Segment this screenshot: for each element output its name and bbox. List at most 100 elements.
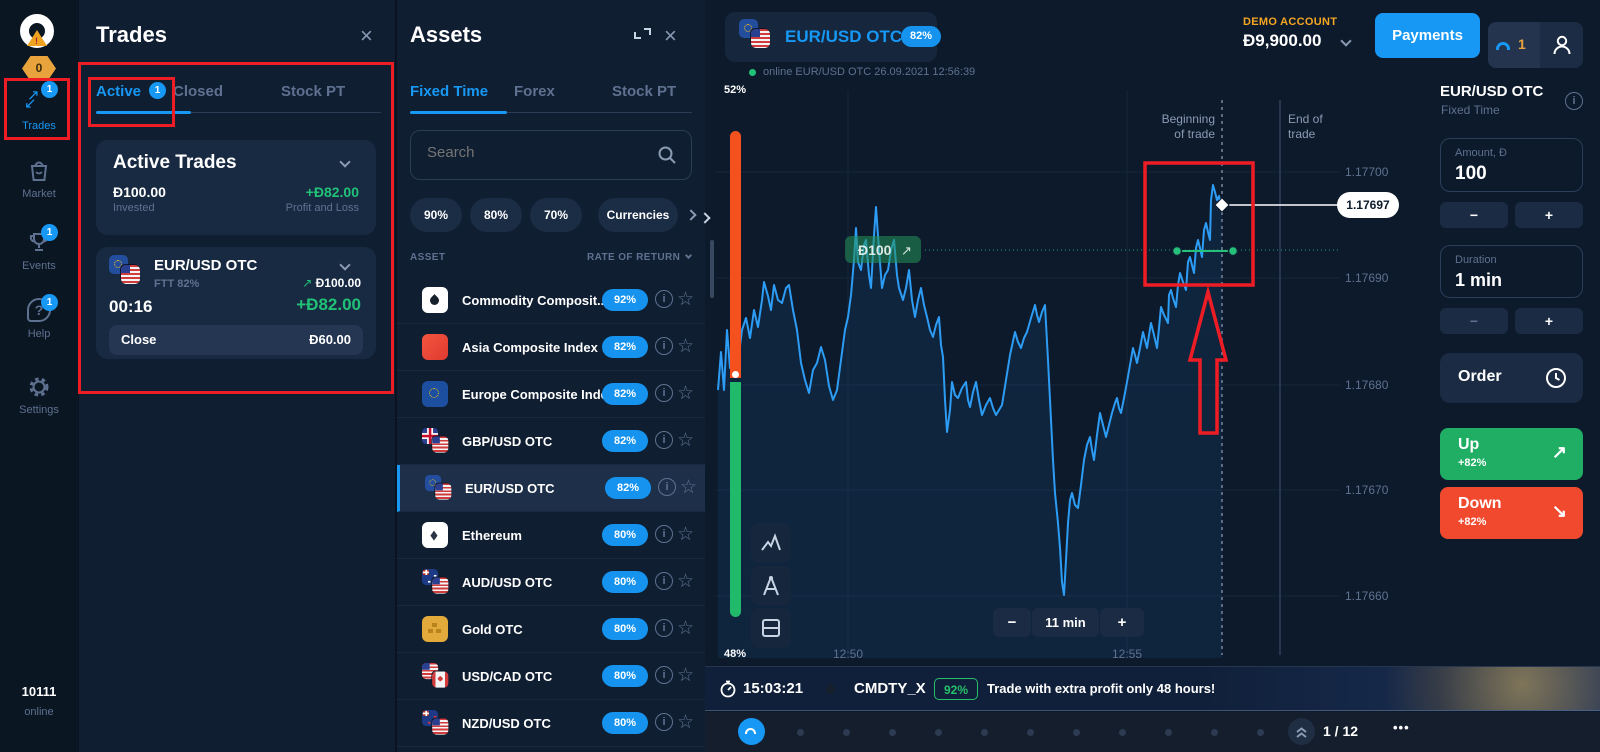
asset-row[interactable]: ◆ Ethereum 80% i☆ xyxy=(397,512,707,559)
app-logo[interactable]: ! xyxy=(20,14,54,48)
favorite-star-icon[interactable]: ☆ xyxy=(677,664,694,687)
filter-currencies[interactable]: Currencies xyxy=(598,198,678,232)
profile-icon[interactable] xyxy=(1550,33,1574,57)
panel-scrollbar[interactable] xyxy=(710,240,714,298)
column-rate[interactable]: RATE OF RETURN xyxy=(587,252,691,263)
sidebar-item-settings[interactable]: Settings xyxy=(0,375,78,416)
favorite-star-icon[interactable]: ☆ xyxy=(677,523,694,546)
amount-plus-button[interactable]: + xyxy=(1515,202,1583,228)
pager-dot[interactable] xyxy=(1073,729,1080,736)
pager-dot[interactable] xyxy=(1027,729,1034,736)
duration-field[interactable]: Duration 1 min xyxy=(1440,245,1583,298)
filter-80[interactable]: 80% xyxy=(470,198,522,232)
asset-row[interactable]: USD/CAD OTC 80% i☆ xyxy=(397,653,707,700)
info-icon[interactable]: i xyxy=(658,478,676,496)
asset-rate-badge: 80% xyxy=(602,665,648,687)
pager-dot[interactable] xyxy=(981,729,988,736)
time-tick: 12:50 xyxy=(833,647,863,661)
account-chevron-icon[interactable] xyxy=(1340,35,1351,46)
filter-90[interactable]: 90% xyxy=(410,198,462,232)
info-icon[interactable]: i xyxy=(1565,92,1583,110)
drawing-tools-button[interactable] xyxy=(751,566,791,606)
sidebar-item-events[interactable]: 1 Events xyxy=(0,228,78,272)
collapse-pager-button[interactable] xyxy=(1288,718,1315,745)
duration-minus-button[interactable]: − xyxy=(1440,308,1508,334)
info-icon[interactable]: i xyxy=(655,619,673,637)
asset-row[interactable]: Commodity Composit... 92% i☆ xyxy=(397,277,707,324)
favorite-star-icon[interactable]: ☆ xyxy=(677,711,694,734)
favorite-star-icon[interactable]: ☆ xyxy=(677,335,694,358)
sidebar-item-market[interactable]: Market xyxy=(0,158,78,200)
pager-dot[interactable] xyxy=(1165,729,1172,736)
info-icon[interactable]: i xyxy=(655,431,673,449)
favorite-star-icon[interactable]: ☆ xyxy=(677,382,694,405)
favorite-star-icon[interactable]: ☆ xyxy=(680,476,697,499)
search-box[interactable] xyxy=(410,130,692,180)
filter-70[interactable]: 70% xyxy=(530,198,582,232)
sentiment-up-label: 52% xyxy=(724,84,746,96)
asset-row[interactable]: AUD/USD OTC 80% i☆ xyxy=(397,559,707,606)
pager-dot[interactable] xyxy=(797,729,804,736)
favorite-star-icon[interactable]: ☆ xyxy=(677,617,694,640)
filters-more-chevron-icon[interactable] xyxy=(685,209,696,220)
info-icon[interactable]: i xyxy=(655,525,673,543)
amount-field[interactable]: Amount, Đ 100 xyxy=(1440,138,1583,192)
promo-asset: CMDTY_X xyxy=(854,680,926,697)
search-input[interactable] xyxy=(425,143,645,162)
asset-row[interactable]: Asia Composite Index 82% i☆ xyxy=(397,324,707,371)
collapse-panel-icon2[interactable] xyxy=(644,28,651,35)
info-icon[interactable]: i xyxy=(655,713,673,731)
down-button[interactable]: Down +82% ↘ xyxy=(1440,487,1583,539)
sidebar-item-help[interactable]: ? 1 Help xyxy=(0,298,78,340)
pager-dot[interactable] xyxy=(889,729,896,736)
pager-dot[interactable] xyxy=(1257,729,1264,736)
asset-row[interactable]: NZD/USD OTC 80% i☆ xyxy=(397,700,707,747)
price-tick: 1.17660 xyxy=(1345,589,1388,603)
pager-dot[interactable] xyxy=(1119,729,1126,736)
europe-index-icon xyxy=(422,381,448,407)
info-icon[interactable]: i xyxy=(655,384,673,402)
gift-button[interactable]: 1 xyxy=(1488,22,1540,68)
promo-bar[interactable]: 15:03:21 CMDTY_X 92% Trade with extra pr… xyxy=(705,666,1600,711)
tab-forex[interactable]: Forex xyxy=(514,83,555,100)
favorite-star-icon[interactable]: ☆ xyxy=(677,570,694,593)
pager-dot[interactable] xyxy=(1211,729,1218,736)
order-button[interactable]: Order xyxy=(1440,353,1583,403)
layout-button[interactable] xyxy=(751,608,791,648)
chart-type-button[interactable] xyxy=(751,523,791,563)
asset-row[interactable]: GBP/USD OTC 82% i☆ xyxy=(397,418,707,465)
info-icon[interactable]: i xyxy=(655,337,673,355)
close-trades-panel-icon[interactable]: × xyxy=(360,26,373,46)
up-button[interactable]: Up +82% ↗ xyxy=(1440,428,1583,480)
pager-more-icon[interactable]: ••• xyxy=(1393,720,1410,735)
zoom-in-button[interactable]: + xyxy=(1100,608,1144,637)
split-layout-icon xyxy=(751,608,791,648)
pager-current-icon[interactable] xyxy=(738,718,765,745)
close-assets-panel-icon[interactable]: × xyxy=(664,26,677,46)
active-asset-chip[interactable]: EUR/USD OTC 82% xyxy=(725,12,937,62)
info-icon[interactable]: i xyxy=(655,666,673,684)
end-of-trade-label: End oftrade xyxy=(1288,112,1358,142)
down-label: Down xyxy=(1458,495,1502,513)
info-icon[interactable]: i xyxy=(655,572,673,590)
asset-name: EUR/USD OTC xyxy=(465,481,555,496)
zoom-out-button[interactable]: − xyxy=(993,608,1031,637)
tab-fixed-time[interactable]: Fixed Time xyxy=(410,83,488,100)
amount-minus-button[interactable]: − xyxy=(1440,202,1508,228)
zoom-level-label[interactable]: 11 min xyxy=(1032,608,1099,637)
amount-value: 100 xyxy=(1455,163,1487,185)
tab-stock-pt-assets[interactable]: Stock PT xyxy=(612,83,676,100)
pager-dot[interactable] xyxy=(843,729,850,736)
price-chart[interactable]: Đ100 ↗ xyxy=(705,85,1410,660)
info-icon[interactable]: i xyxy=(655,290,673,308)
asset-row[interactable]: Europe Composite Index 82% i☆ xyxy=(397,371,707,418)
favorite-star-icon[interactable]: ☆ xyxy=(677,288,694,311)
asset-row[interactable]: Gold OTC 80% i☆ xyxy=(397,606,707,653)
payments-button[interactable]: Payments xyxy=(1375,13,1480,58)
favorite-star-icon[interactable]: ☆ xyxy=(677,429,694,452)
asset-name: NZD/USD OTC xyxy=(462,716,551,731)
duration-plus-button[interactable]: + xyxy=(1515,308,1583,334)
collapse-panel-icon[interactable] xyxy=(634,32,641,39)
pager-dot[interactable] xyxy=(935,729,942,736)
asset-row-selected[interactable]: EUR/USD OTC 82% i☆ xyxy=(397,465,707,512)
